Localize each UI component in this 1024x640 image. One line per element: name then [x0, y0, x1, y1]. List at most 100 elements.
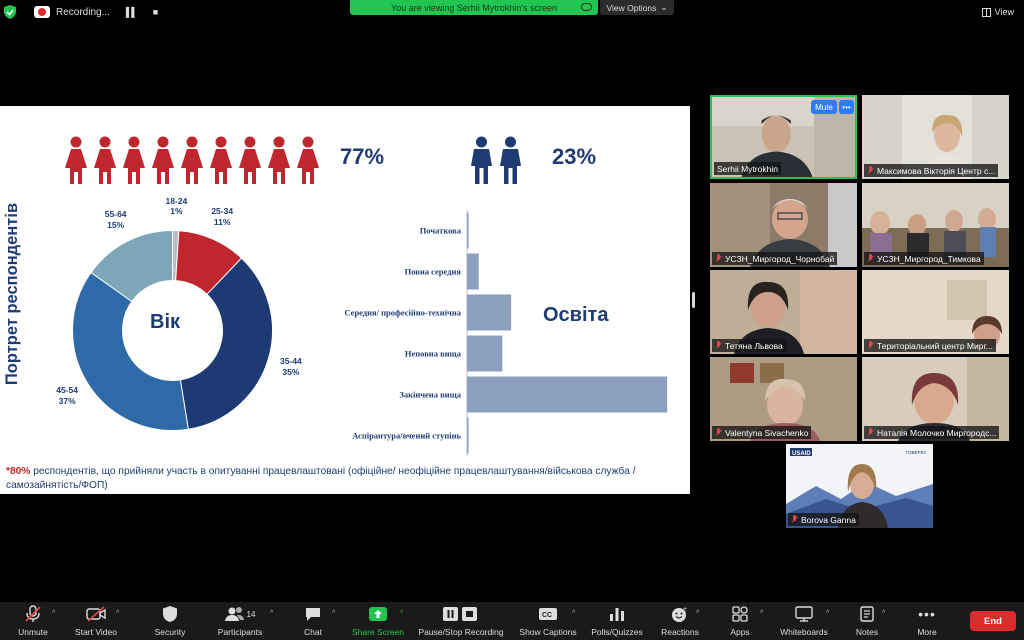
- security-button[interactable]: Security: [150, 604, 190, 640]
- participant-name: Наталія Молочко Миргородс...: [877, 427, 997, 438]
- apps-button[interactable]: Apps: [724, 604, 756, 640]
- whiteboards-button[interactable]: Whiteboards: [776, 604, 832, 640]
- muted-mic-icon: [24, 604, 42, 624]
- participant-name: УСЗН_Миргород_Чорнобай: [725, 253, 835, 264]
- men-percentage: 23%: [552, 144, 597, 169]
- share-screen-button[interactable]: Share Screen: [350, 604, 406, 640]
- reactions-label: Reactions: [661, 627, 699, 637]
- view-layout-icon: [981, 7, 991, 17]
- muted-mic-icon: [715, 254, 722, 263]
- participants-label: Participants: [217, 627, 263, 637]
- pause-stop-recording-label: Pause/Stop Recording: [418, 627, 504, 637]
- reactions-options-caret[interactable]: ^: [696, 610, 699, 617]
- participant-name-label: Максимова Вікторія Центр с...: [864, 164, 999, 177]
- captions-options-caret[interactable]: ^: [572, 610, 575, 617]
- start-video-button[interactable]: Start Video: [72, 604, 120, 640]
- video-tile-lvova[interactable]: Тетяна Львова: [710, 270, 857, 354]
- more-options-button[interactable]: •••: [839, 100, 854, 114]
- muted-mic-icon: [867, 254, 874, 263]
- stop-recording-icon[interactable]: ■: [153, 7, 159, 17]
- participants-options-caret[interactable]: ^: [270, 610, 273, 617]
- more-button[interactable]: ••• More: [910, 604, 944, 640]
- woman-icon: [152, 136, 174, 184]
- show-captions-label: Show Captions: [519, 627, 577, 637]
- pause-recording-icon[interactable]: ▌▌: [126, 7, 138, 17]
- education-title: Освіта: [543, 304, 609, 326]
- chat-label: Chat: [304, 627, 322, 637]
- view-options-button[interactable]: View Options ⌄: [600, 0, 674, 15]
- start-video-label: Start Video: [75, 627, 117, 637]
- donut-label-35-44: 35-44 35%: [280, 356, 302, 377]
- video-tile-sivachenko[interactable]: Valentyna Sivachenko: [710, 357, 857, 441]
- age-donut-center-label: Вік: [150, 311, 181, 333]
- muted-mic-icon: [715, 428, 722, 437]
- muted-mic-icon: [715, 341, 722, 350]
- whiteboards-label: Whiteboards: [780, 627, 828, 637]
- education-category-label: Аспірантура/вчений ступінь: [352, 431, 461, 441]
- participant-name: Максимова Вікторія Центр с...: [877, 165, 996, 176]
- recording-indicator[interactable]: Recording... ▌▌ ■: [4, 2, 159, 22]
- end-meeting-button[interactable]: End: [970, 611, 1016, 631]
- mute-participant-button[interactable]: Mute: [811, 100, 837, 114]
- participants-button[interactable]: 14 Participants: [214, 604, 266, 640]
- muted-mic-icon: [791, 515, 798, 524]
- video-tile-chornobai[interactable]: УСЗН_Миргород_Чорнобай: [710, 183, 857, 267]
- slide-footnote: *80% респондентів, що прийняли участь в …: [6, 465, 686, 494]
- svg-text:ГОВЕРЛА: ГОВЕРЛА: [906, 450, 926, 455]
- show-captions-button[interactable]: CC Show Captions: [516, 604, 580, 640]
- education-category-label: Початкова: [420, 226, 462, 236]
- pause-stop-recording-button[interactable]: Pause/Stop Recording: [416, 604, 506, 640]
- participant-name: Borova Ganna: [801, 514, 856, 525]
- woman-icon: [239, 136, 261, 184]
- apps-label: Apps: [730, 627, 750, 637]
- participant-name-label: Тетяна Львова: [712, 339, 786, 352]
- whiteboards-options-caret[interactable]: ^: [826, 610, 829, 617]
- donut-label-45-54: 45-54 37%: [56, 384, 78, 406]
- apps-options-caret[interactable]: ^: [760, 610, 763, 617]
- video-tile-borova[interactable]: USAID ГОВЕРЛА Borova Ganna: [786, 444, 933, 528]
- unmute-button[interactable]: Unmute: [14, 604, 52, 640]
- video-tile-terytorialnyi[interactable]: Територіальний центр Мирг...: [862, 270, 1009, 354]
- education-bar: [467, 294, 512, 331]
- security-label: Security: [154, 627, 186, 637]
- muted-mic-icon: [867, 166, 874, 175]
- polls-quizzes-label: Polls/Quizzes: [591, 627, 643, 637]
- video-tile-molochko[interactable]: Наталія Молочко Миргородс...: [862, 357, 1009, 441]
- notes-button[interactable]: Notes: [850, 604, 884, 640]
- participant-name-label: УСЗН_Миргород_Чорнобай: [712, 252, 838, 265]
- education-bar-chart: Початкова Повна середня Середня/ професійн…: [344, 210, 668, 456]
- muted-mic-icon: [867, 341, 874, 350]
- pause-stop-icons: [443, 604, 479, 624]
- participant-name-label: Borova Ganna: [788, 513, 859, 526]
- education-bar: [467, 253, 479, 290]
- view-label: View: [994, 7, 1014, 17]
- chat-options-caret[interactable]: ^: [332, 610, 335, 617]
- video-options-caret[interactable]: ^: [116, 610, 119, 617]
- footnote-highlight: *80%: [6, 466, 31, 477]
- cloud-icon: [581, 3, 592, 11]
- chevron-down-icon: ⌄: [660, 2, 668, 12]
- video-tile-tymkova[interactable]: УСЗН_Миргород_Тимкова: [862, 183, 1009, 267]
- participants-count: 14: [246, 609, 256, 619]
- participant-name: УСЗН_Миргород_Тимкова: [877, 253, 981, 264]
- view-button[interactable]: View: [978, 4, 1018, 20]
- whiteboard-icon: [795, 604, 813, 624]
- woman-icon: [65, 136, 87, 184]
- chat-button[interactable]: Chat: [298, 604, 328, 640]
- man-icon: [471, 136, 492, 184]
- audio-options-caret[interactable]: ^: [52, 610, 55, 617]
- more-label: More: [917, 627, 937, 637]
- recording-icon: [34, 6, 50, 18]
- video-tile-maksymova[interactable]: Максимова Вікторія Центр с...: [862, 95, 1009, 179]
- polls-quizzes-button[interactable]: Polls/Quizzes: [588, 604, 646, 640]
- polls-icon: [609, 604, 625, 624]
- women-icons-row: [62, 136, 326, 186]
- view-options-label: View Options: [606, 2, 657, 13]
- share-options-caret[interactable]: ^: [400, 610, 403, 617]
- participants-icon: 14: [224, 604, 256, 624]
- notes-options-caret[interactable]: ^: [882, 610, 885, 617]
- video-tile-serhii[interactable]: Mute ••• Serhii Mytrokhin: [710, 95, 857, 179]
- split-view-handle[interactable]: [692, 292, 695, 308]
- woman-icon: [123, 136, 145, 184]
- video-off-icon: [85, 604, 107, 624]
